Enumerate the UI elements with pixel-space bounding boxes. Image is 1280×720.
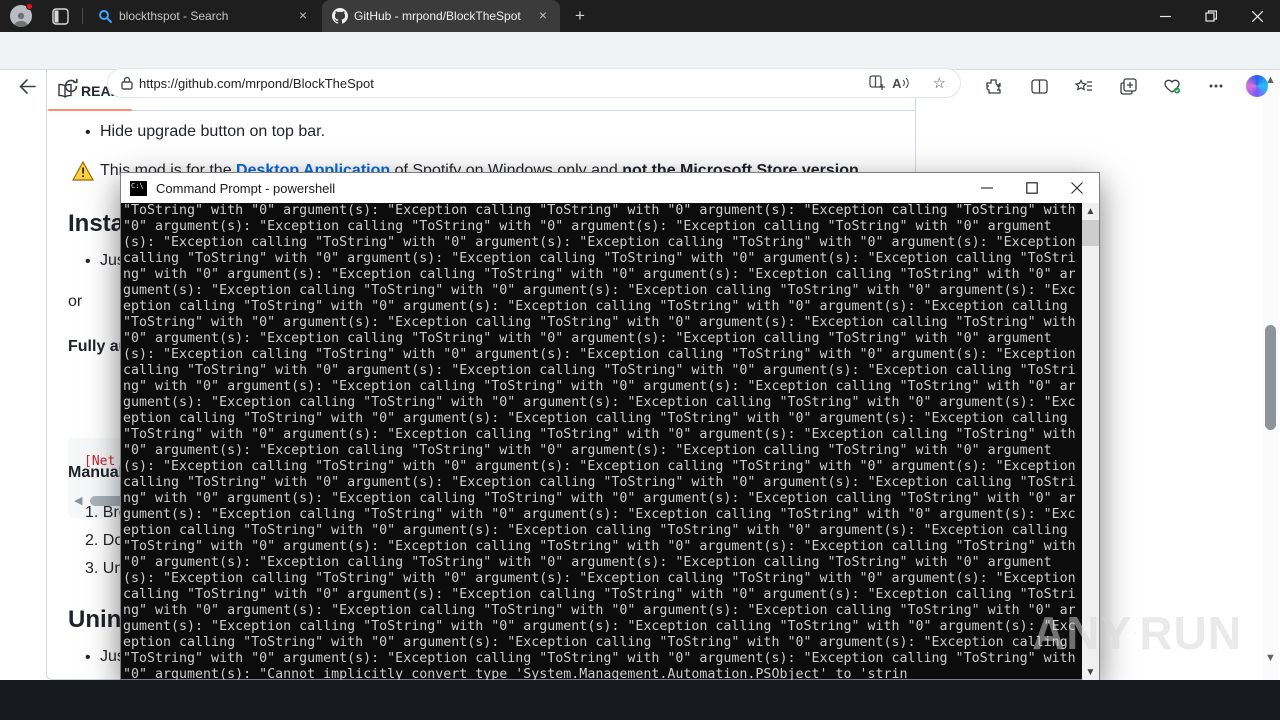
more-options-icon[interactable] (1203, 73, 1229, 99)
window-restore-button[interactable] (1188, 0, 1234, 32)
bullet-dot: • (85, 649, 91, 666)
terminal-titlebar[interactable]: C:\ Command Prompt - powershell (121, 173, 1099, 203)
bullet-dot: • (85, 124, 91, 141)
workspaces-icon[interactable] (52, 8, 69, 25)
manual-heading: Manual (68, 464, 124, 481)
favorite-star-icon[interactable]: ☆ (933, 74, 946, 92)
github-favicon-icon (332, 8, 348, 24)
terminal-minimize-button[interactable] (964, 173, 1009, 203)
page-scrollbar[interactable]: ▲ ▼ (1262, 70, 1279, 680)
window-minimize-button[interactable] (1142, 0, 1188, 32)
tab-divider (82, 8, 83, 24)
profile-notification-dot (26, 3, 33, 10)
watermark-run: RUN (1139, 607, 1242, 659)
browser-toolbar: https://github.com/mrpond/BlockTheSpot A… (0, 32, 1280, 97)
page-scrollbar-thumb[interactable] (1265, 325, 1276, 430)
split-new-window-icon[interactable] (869, 74, 886, 92)
terminal-scroll-down-icon[interactable]: ▼ (1082, 667, 1099, 678)
terminal-scroll-up-icon[interactable]: ▲ (1082, 206, 1099, 217)
tab-search[interactable]: blockthspot - Search × (88, 0, 320, 32)
back-icon[interactable] (14, 73, 40, 99)
hscroll-left-arrow-icon[interactable]: ◀ (74, 494, 82, 507)
lock-icon[interactable] (121, 76, 133, 90)
anyrun-watermark: ANY RUN (1032, 602, 1242, 664)
browser-essentials-icon[interactable] (1159, 73, 1185, 99)
terminal-title: Command Prompt - powershell (156, 180, 336, 196)
terminal-output[interactable]: "ToString" with "0" argument(s): "Except… (121, 203, 1082, 680)
anyrun-play-icon (1134, 631, 1138, 635)
tab-close-icon[interactable]: × (534, 7, 552, 25)
window-close-button[interactable] (1234, 0, 1280, 32)
favorites-hub-icon[interactable] (1071, 73, 1097, 99)
read-aloud-icon[interactable]: A (892, 76, 909, 91)
readme-active-underline (48, 109, 132, 111)
terminal-window[interactable]: C:\ Command Prompt - powershell "ToStrin… (120, 172, 1100, 680)
tab-close-icon[interactable]: × (294, 7, 312, 25)
bullet-dot: • (85, 253, 91, 270)
tab-github[interactable]: GitHub - mrpond/BlockTheSpot × (322, 0, 560, 32)
refresh-icon[interactable] (58, 73, 84, 99)
extensions-icon[interactable] (980, 73, 1006, 99)
browser-tab-strip: blockthspot - Search × GitHub - mrpond/B… (0, 0, 1280, 32)
split-screen-icon[interactable] (1026, 73, 1052, 99)
copilot-icon[interactable] (1244, 73, 1270, 99)
scroll-down-icon[interactable]: ▼ (1264, 652, 1277, 664)
tab-title: blockthspot - Search (119, 9, 229, 23)
url-text[interactable]: https://github.com/mrpond/BlockTheSpot (139, 76, 374, 91)
tab-title: GitHub - mrpond/BlockTheSpot (354, 9, 521, 23)
collections-icon[interactable] (1115, 73, 1141, 99)
readme-line-hide-upgrade: Hide upgrade button on top bar. (100, 123, 326, 140)
terminal-scrollbar-thumb[interactable] (1082, 220, 1099, 246)
step-2: 2. Do (85, 532, 124, 549)
warning-icon (72, 161, 94, 181)
taskbar (0, 680, 1280, 720)
cmd-icon: C:\ (130, 180, 147, 196)
address-bar[interactable]: https://github.com/mrpond/BlockTheSpot A… (108, 69, 960, 97)
terminal-maximize-button[interactable] (1009, 173, 1054, 203)
step-3: 3. Un (85, 560, 124, 577)
new-tab-button[interactable]: + (568, 4, 592, 28)
or-text: or (68, 293, 83, 310)
watermark-any: ANY (1032, 607, 1133, 659)
search-favicon-icon (98, 9, 113, 24)
terminal-text: "ToString" with "0" argument(s): "Except… (123, 203, 1076, 680)
terminal-close-button[interactable] (1054, 173, 1099, 203)
